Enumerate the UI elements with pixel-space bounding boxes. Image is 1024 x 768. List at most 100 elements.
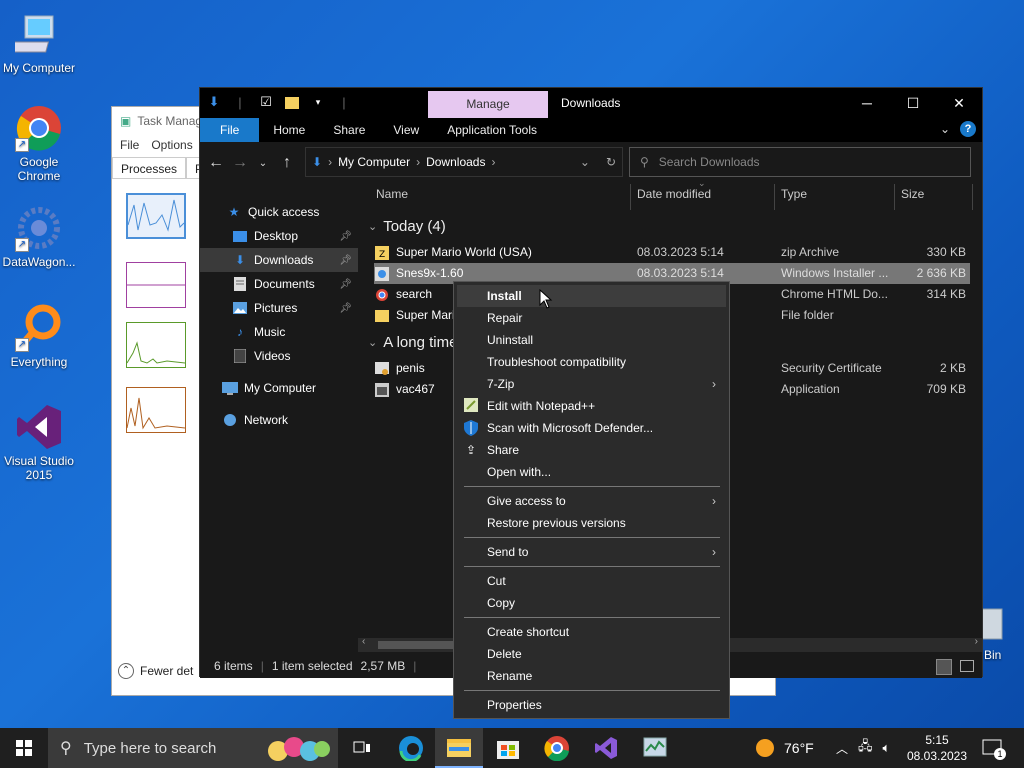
nav-documents[interactable]: Documents 📌︎	[200, 272, 358, 296]
taskbar-file-explorer[interactable]	[435, 728, 483, 768]
menu-item-send-to[interactable]: Send to ›	[457, 541, 726, 563]
taskbar-microsoft-store[interactable]	[484, 728, 532, 768]
menu-item-delete[interactable]: Delete	[457, 643, 726, 665]
nav-quick-access[interactable]: ★ Quick access	[200, 200, 358, 224]
details-view-icon[interactable]	[936, 659, 952, 675]
task-view-button[interactable]	[338, 728, 386, 768]
column-divider[interactable]	[894, 184, 895, 210]
column-name[interactable]: Name	[376, 181, 408, 207]
pin-icon[interactable]: 📌︎	[339, 303, 352, 314]
cpu-graph[interactable]	[126, 193, 186, 239]
group-header-today[interactable]: ⌄ Today (4)	[368, 218, 446, 235]
system-clock[interactable]: 5:15 08.03.2023	[904, 732, 970, 764]
menu-item-install[interactable]: Install	[457, 285, 726, 307]
column-divider[interactable]	[774, 184, 775, 210]
large-icons-view-icon[interactable]	[960, 660, 974, 672]
show-hidden-icons-chevron-icon[interactable]: ︿	[836, 740, 848, 757]
desktop-icon-everything[interactable]: ↗ Everything	[0, 304, 78, 369]
menu-options[interactable]: Options	[151, 138, 192, 154]
start-button[interactable]	[0, 728, 48, 768]
search-box[interactable]: ⚲ Search Downloads	[629, 147, 971, 177]
menu-item-cut[interactable]: Cut	[457, 570, 726, 592]
menu-item-properties[interactable]: Properties	[457, 694, 726, 716]
maximize-button[interactable]: ☐	[890, 88, 936, 118]
network-status-icon[interactable]: 🖧︎	[858, 737, 873, 759]
menu-item-give-access[interactable]: Give access to ›	[457, 490, 726, 512]
taskbar-chrome[interactable]	[533, 728, 581, 768]
nav-downloads[interactable]: ⬇ Downloads 📌︎	[200, 248, 358, 272]
explorer-titlebar[interactable]: ⬇ | ☑ ▾ | Manage Downloads ─ ☐ ✕	[200, 88, 982, 118]
breadcrumb-my-computer[interactable]: My Computer	[338, 155, 410, 169]
nav-my-computer[interactable]: My Computer	[200, 376, 358, 400]
minimize-button[interactable]: ─	[844, 88, 890, 118]
customize-toolbar-icon[interactable]: ▾	[310, 93, 326, 111]
pin-icon[interactable]: 📌︎	[339, 255, 352, 266]
tab-manage[interactable]: Manage	[428, 91, 548, 118]
taskbar-search-box[interactable]: ⚲ Type here to search	[48, 728, 338, 768]
memory-graph[interactable]	[126, 262, 186, 308]
tab-home[interactable]: Home	[259, 118, 319, 142]
pin-icon[interactable]: 📌︎	[339, 279, 352, 290]
address-dropdown-chevron-icon[interactable]: ⌄	[580, 155, 590, 169]
tab-processes[interactable]: Processes	[112, 157, 187, 178]
menu-item-rename[interactable]: Rename	[457, 665, 726, 687]
nav-desktop[interactable]: Desktop 📌︎	[200, 224, 358, 248]
breadcrumb-separator-icon[interactable]: ›	[491, 155, 495, 169]
desktop-icon-my-computer[interactable]: My Computer	[0, 10, 78, 75]
scroll-right-icon[interactable]: ›	[975, 636, 978, 647]
scroll-left-icon[interactable]: ‹	[362, 636, 365, 647]
close-button[interactable]: ✕	[936, 88, 982, 118]
column-size[interactable]: Size	[901, 181, 924, 207]
back-arrow-icon[interactable]: ←	[208, 154, 224, 172]
menu-item-restore-versions[interactable]: Restore previous versions	[457, 512, 726, 534]
column-type[interactable]: Type	[781, 181, 807, 207]
tab-application-tools[interactable]: Application Tools	[433, 118, 551, 142]
file-row[interactable]: Z Super Mario World (USA) 08.03.2023 5:1…	[374, 242, 970, 263]
desktop-icon-google-chrome[interactable]: ↗ Google Chrome	[0, 104, 78, 183]
refresh-icon[interactable]: ↻	[606, 155, 616, 169]
disk-graph[interactable]	[126, 322, 186, 368]
taskbar-edge[interactable]	[387, 728, 435, 768]
column-divider[interactable]	[630, 184, 631, 210]
recent-locations-chevron-icon[interactable]: ⌄	[256, 158, 270, 169]
column-divider[interactable]	[972, 184, 973, 210]
properties-icon[interactable]: ☑	[258, 93, 274, 111]
tab-share[interactable]: Share	[319, 118, 379, 142]
menu-item-troubleshoot[interactable]: Troubleshoot compatibility	[457, 351, 726, 373]
tab-file[interactable]: File	[200, 118, 260, 142]
menu-file[interactable]: File	[120, 138, 139, 154]
notification-center-button[interactable]: 1	[982, 728, 1006, 768]
group-header-long-time-ago[interactable]: ⌄ A long time	[368, 334, 457, 351]
weather-widget[interactable]: 76°F	[756, 728, 814, 768]
network-graph[interactable]	[126, 387, 186, 433]
taskbar-visual-studio[interactable]	[582, 728, 630, 768]
menu-item-create-shortcut[interactable]: Create shortcut	[457, 621, 726, 643]
menu-item-repair[interactable]: Repair	[457, 307, 726, 329]
menu-item-share[interactable]: ⇪ Share	[457, 439, 726, 461]
nav-music[interactable]: ♪ Music	[200, 320, 358, 344]
fewer-details-toggle[interactable]: ⌃ Fewer det	[118, 663, 193, 679]
menu-item-uninstall[interactable]: Uninstall	[457, 329, 726, 351]
new-folder-icon[interactable]	[284, 93, 300, 111]
taskbar-task-manager[interactable]	[631, 728, 679, 768]
expand-ribbon-chevron-icon[interactable]: ⌄	[940, 122, 950, 136]
breadcrumb-downloads[interactable]: Downloads	[426, 155, 485, 169]
tab-view[interactable]: View	[379, 118, 433, 142]
volume-icon[interactable]: 🔈︎	[883, 740, 891, 756]
menu-item-scan-defender[interactable]: Scan with Microsoft Defender...	[457, 417, 726, 439]
desktop-icon-visual-studio[interactable]: Visual Studio 2015	[0, 403, 78, 482]
menu-item-open-with[interactable]: Open with...	[457, 461, 726, 483]
menu-item-copy[interactable]: Copy	[457, 592, 726, 614]
up-arrow-icon[interactable]: ↑	[280, 154, 294, 172]
nav-videos[interactable]: Videos	[200, 344, 358, 368]
address-bar[interactable]: ⬇ › My Computer › Downloads › ⌄ ↻	[305, 147, 623, 177]
help-icon[interactable]: ?	[960, 121, 976, 137]
desktop-icon-datawagon[interactable]: ↗ DataWagon...	[0, 204, 78, 269]
nav-network[interactable]: Network	[200, 408, 358, 432]
forward-arrow-icon[interactable]: →	[232, 154, 248, 172]
breadcrumb-separator-icon[interactable]: ›	[416, 155, 420, 169]
nav-pictures[interactable]: Pictures 📌︎	[200, 296, 358, 320]
menu-item-7zip[interactable]: 7-Zip ›	[457, 373, 726, 395]
breadcrumb-separator-icon[interactable]: ›	[328, 155, 332, 169]
pin-icon[interactable]: 📌︎	[339, 231, 352, 242]
